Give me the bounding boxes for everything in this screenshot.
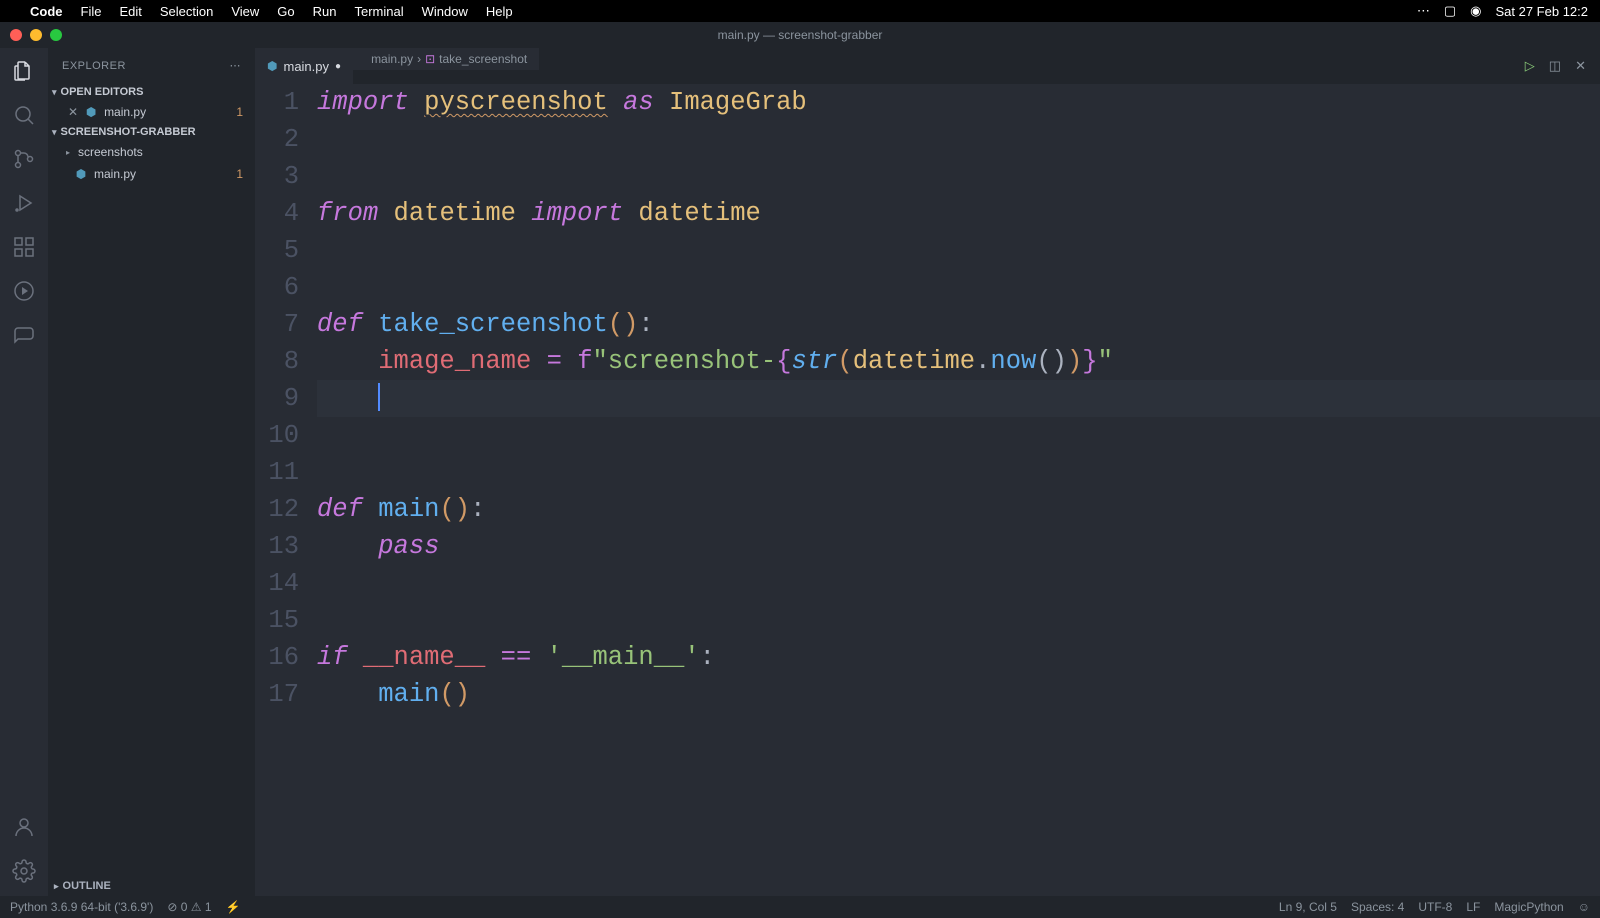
chevron-right-icon: › [417, 52, 421, 66]
code-editor[interactable]: 1234567891011121314151617 import pyscree… [255, 84, 1600, 896]
sidebar-more-icon[interactable]: ⋯ [230, 59, 242, 72]
main-area: EXPLORER ⋯ ▾ OPEN EDITORS ✕ ⬢ main.py 1 … [0, 48, 1600, 896]
file-label: main.py [104, 105, 230, 119]
python-file-icon: ⬢ [84, 105, 98, 119]
extensions-icon[interactable] [11, 234, 37, 260]
maximize-window-button[interactable] [50, 29, 62, 41]
chevron-down-icon: ▾ [52, 87, 57, 98]
feedback-icon[interactable]: ☺ [1578, 900, 1590, 914]
menu-help[interactable]: Help [486, 4, 513, 19]
folder-label: screenshots [78, 145, 255, 159]
split-editor-icon[interactable]: ◫ [1549, 58, 1561, 74]
close-window-button[interactable] [10, 29, 22, 41]
menu-run[interactable]: Run [313, 4, 337, 19]
chevron-right-icon: ▸ [66, 148, 70, 157]
indentation[interactable]: Spaces: 4 [1351, 900, 1404, 914]
python-file-icon: ⬢ [267, 59, 277, 73]
kernel-status-icon[interactable]: ⚡ [226, 900, 241, 914]
project-header[interactable]: ▾ SCREENSHOT-GRABBER [48, 123, 255, 141]
explorer-icon[interactable] [11, 58, 37, 84]
tab-label: main.py [283, 59, 329, 74]
open-editors-header[interactable]: ▾ OPEN EDITORS [48, 83, 255, 101]
app-icon[interactable]: ◉ [1470, 3, 1481, 19]
open-editor-item[interactable]: ✕ ⬢ main.py 1 [48, 101, 255, 123]
status-bar: Python 3.6.9 64-bit ('3.6.9') ⊘ 0 ⚠ 1 ⚡ … [0, 896, 1600, 918]
menu-terminal[interactable]: Terminal [355, 4, 404, 19]
problems-errors[interactable]: ⊘ 0 ⚠ 1 [167, 900, 211, 914]
outline-header[interactable]: ▸ OUTLINE [48, 875, 255, 896]
sidebar: EXPLORER ⋯ ▾ OPEN EDITORS ✕ ⬢ main.py 1 … [48, 48, 255, 896]
text-cursor [378, 383, 380, 411]
menu-code[interactable]: Code [30, 4, 63, 19]
cursor-position[interactable]: Ln 9, Col 5 [1279, 900, 1337, 914]
eol[interactable]: LF [1466, 900, 1480, 914]
settings-gear-icon[interactable] [11, 858, 37, 884]
sidebar-title: EXPLORER [62, 60, 126, 72]
menu-view[interactable]: View [231, 4, 259, 19]
menu-window[interactable]: Window [422, 4, 468, 19]
menu-extra-icon[interactable]: ⋯ [1417, 3, 1430, 19]
breadcrumb-file: main.py [371, 52, 413, 66]
code-content[interactable]: import pyscreenshot as ImageGrab from da… [317, 84, 1600, 896]
python-interpreter[interactable]: Python 3.6.9 64-bit ('3.6.9') [10, 900, 153, 914]
tab-bar: ⬢ main.py ● main.py › ⊡ take_screenshot … [255, 48, 1600, 84]
symbol-icon: ⊡ [425, 52, 435, 66]
chevron-down-icon: ▾ [52, 127, 57, 138]
tab-main-py[interactable]: ⬢ main.py ● [255, 48, 353, 84]
macos-menubar: Code File Edit Selection View Go Run Ter… [0, 0, 1600, 22]
search-icon[interactable] [11, 102, 37, 128]
menu-go[interactable]: Go [277, 4, 294, 19]
line-gutter: 1234567891011121314151617 [255, 84, 317, 896]
modified-indicator-icon: ● [335, 61, 341, 72]
activity-bar [0, 48, 48, 896]
breadcrumb[interactable]: main.py › ⊡ take_screenshot [353, 48, 539, 70]
editor-area: ⬢ main.py ● main.py › ⊡ take_screenshot … [255, 48, 1600, 896]
source-control-icon[interactable] [11, 146, 37, 172]
menu-file[interactable]: File [81, 4, 102, 19]
traffic-lights [10, 29, 62, 41]
more-actions-icon[interactable]: ✕ [1575, 58, 1586, 74]
minimize-window-button[interactable] [30, 29, 42, 41]
run-debug-icon[interactable] [11, 190, 37, 216]
close-icon[interactable]: ✕ [68, 105, 78, 119]
encoding[interactable]: UTF-8 [1418, 900, 1452, 914]
python-file-icon: ⬢ [74, 167, 88, 181]
problem-badge: 1 [236, 105, 243, 119]
chevron-right-icon: ▸ [54, 881, 59, 892]
remote-icon[interactable] [11, 322, 37, 348]
run-file-icon[interactable]: ▷ [1525, 58, 1535, 74]
clock[interactable]: Sat 27 Feb 12:2 [1495, 4, 1588, 19]
breadcrumb-symbol: take_screenshot [439, 52, 527, 66]
tree-file[interactable]: ⬢ main.py 1 [48, 163, 255, 185]
language-mode[interactable]: MagicPython [1494, 900, 1563, 914]
window-titlebar: main.py — screenshot-grabber [0, 22, 1600, 48]
accounts-icon[interactable] [11, 814, 37, 840]
tree-folder[interactable]: ▸ screenshots [48, 141, 255, 163]
problem-badge: 1 [236, 167, 243, 181]
live-share-icon[interactable] [11, 278, 37, 304]
menu-selection[interactable]: Selection [160, 4, 213, 19]
window-title: main.py — screenshot-grabber [718, 28, 883, 42]
battery-icon[interactable]: ▢ [1444, 3, 1456, 19]
menu-edit[interactable]: Edit [119, 4, 141, 19]
file-label: main.py [94, 167, 230, 181]
